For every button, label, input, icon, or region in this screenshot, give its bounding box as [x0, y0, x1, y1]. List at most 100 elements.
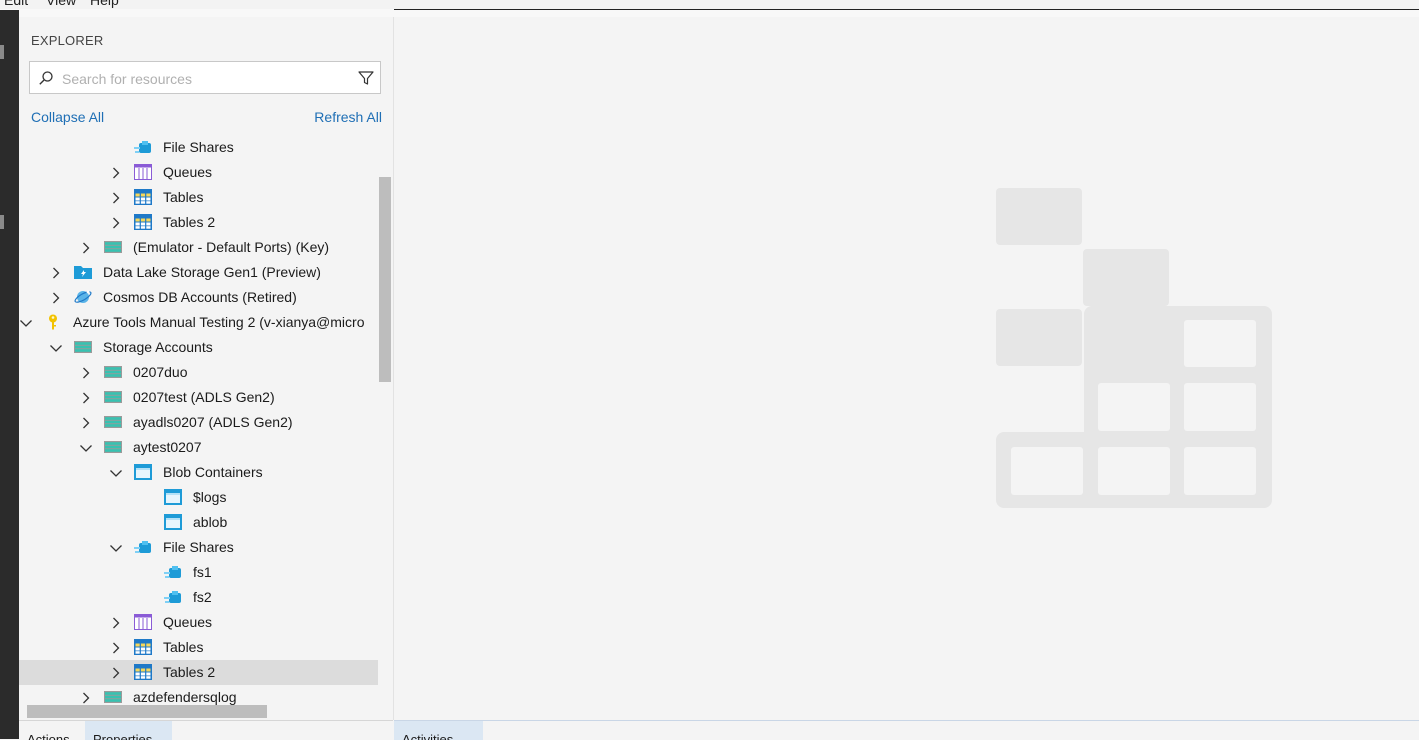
chevron-right-icon[interactable]	[110, 191, 122, 204]
tree-item[interactable]: Queues	[19, 610, 378, 635]
tree-item-label: Data Lake Storage Gen1 (Preview)	[103, 264, 321, 280]
tree-item[interactable]: Cosmos DB Accounts (Retired)	[19, 285, 378, 310]
chevron-right-icon[interactable]	[110, 216, 122, 229]
search-icon	[39, 71, 53, 85]
bottom-right-tab-bar: Activities	[394, 720, 1419, 740]
activity-indicator	[0, 45, 4, 59]
tree-item-label: ayadls0207 (ADLS Gen2)	[133, 414, 293, 430]
tree-item[interactable]: fs1	[19, 560, 378, 585]
chevron-down-icon[interactable]	[20, 316, 32, 328]
chevron-right-icon[interactable]	[80, 416, 92, 429]
search-box[interactable]	[29, 61, 381, 94]
storage-explorer-placeholder-icon	[996, 188, 1272, 508]
tree-item-label: azdefendersqlog	[133, 689, 237, 705]
blob-container-icon	[164, 514, 182, 530]
chevron-right-icon[interactable]	[50, 266, 62, 279]
resource-tree: File Shares Queues Tables Tables 2 (Emulator…	[19, 135, 379, 720]
filter-icon[interactable]	[358, 70, 374, 86]
chevron-down-icon[interactable]	[110, 541, 122, 553]
menu-help[interactable]: Help	[90, 0, 119, 8]
tree-item[interactable]: Blob Containers	[19, 460, 378, 485]
divider	[394, 9, 1419, 10]
tree-item-label: ablob	[193, 514, 228, 530]
tree-item-label: Queues	[163, 614, 213, 630]
tree-item[interactable]: Azure Tools Manual Testing 2 (v-xianya@m…	[19, 310, 378, 335]
tree-item[interactable]: Tables	[19, 635, 378, 660]
tree-item-label: fs1	[193, 564, 212, 580]
tree-item-label: Tables 2	[163, 214, 216, 230]
title-separator	[0, 9, 1419, 17]
tree-item[interactable]: Tables	[19, 185, 378, 210]
tree-item-label: (Emulator - Default Ports) (Key)	[133, 239, 330, 255]
chevron-right-icon[interactable]	[110, 616, 122, 629]
table-icon	[134, 639, 152, 655]
chevron-down-icon[interactable]	[110, 466, 122, 478]
tree-item[interactable]: Tables 2	[19, 210, 378, 235]
table-icon	[134, 664, 152, 680]
key-icon	[44, 314, 62, 330]
tree-item-label: 0207test (ADLS Gen2)	[133, 389, 275, 405]
storage-account-icon	[74, 339, 92, 355]
tree-item-label: Tables 2	[163, 664, 216, 680]
tab-activities[interactable]: Activities	[394, 721, 483, 740]
table-icon	[134, 214, 152, 230]
file-share-icon	[164, 564, 182, 580]
tree-item-label: Storage Accounts	[103, 339, 213, 355]
tab-properties[interactable]: Properties	[85, 721, 172, 740]
chevron-right-icon[interactable]	[80, 691, 92, 704]
tree-item[interactable]: Storage Accounts	[19, 335, 378, 360]
tree-item[interactable]: Queues	[19, 160, 378, 185]
chevron-right-icon[interactable]	[110, 166, 122, 179]
explorer-title: EXPLORER	[31, 33, 104, 48]
tree-item[interactable]: aytest0207	[19, 435, 378, 460]
tab-actions[interactable]: Actions	[19, 721, 85, 740]
table-icon	[134, 189, 152, 205]
storage-account-icon	[104, 689, 122, 705]
activity-indicator	[0, 215, 4, 229]
chevron-right-icon[interactable]	[110, 666, 122, 679]
file-share-icon	[164, 589, 182, 605]
tree-item[interactable]: $logs	[19, 485, 378, 510]
tree-item-label: File Shares	[163, 139, 234, 155]
tree-item[interactable]: Data Lake Storage Gen1 (Preview)	[19, 260, 378, 285]
tree-item-label: Cosmos DB Accounts (Retired)	[103, 289, 297, 305]
chevron-right-icon[interactable]	[110, 641, 122, 654]
main-editor-area	[394, 17, 1419, 720]
chevron-down-icon[interactable]	[50, 341, 62, 353]
tree-item[interactable]: ayadls0207 (ADLS Gen2)	[19, 410, 378, 435]
horizontal-scrollbar[interactable]	[27, 705, 267, 718]
tree-item-label: Tables	[163, 189, 204, 205]
search-input[interactable]	[60, 67, 354, 91]
menu-view[interactable]: View	[46, 0, 76, 8]
chevron-right-icon[interactable]	[80, 241, 92, 254]
tree-item[interactable]: (Emulator - Default Ports) (Key)	[19, 235, 378, 260]
tree-item[interactable]: Tables 2	[19, 660, 378, 685]
refresh-all-button[interactable]: Refresh All	[314, 109, 382, 125]
tree-item[interactable]: File Shares	[19, 135, 378, 160]
chevron-right-icon[interactable]	[80, 366, 92, 379]
data-lake-icon	[74, 264, 92, 280]
tree-item-label: File Shares	[163, 539, 234, 555]
tree-item-label: fs2	[193, 589, 212, 605]
chevron-right-icon[interactable]	[80, 391, 92, 404]
chevron-right-icon[interactable]	[50, 291, 62, 304]
tree-item[interactable]: File Shares	[19, 535, 378, 560]
tree-item[interactable]: ablob	[19, 510, 378, 535]
tree-item-label: Tables	[163, 639, 204, 655]
bottom-left-tab-bar: Actions Properties	[19, 720, 393, 740]
file-share-icon	[134, 139, 152, 155]
tree-item[interactable]: 0207test (ADLS Gen2)	[19, 385, 378, 410]
storage-account-icon	[104, 439, 122, 455]
menu-edit[interactable]: Edit	[4, 0, 28, 8]
chevron-down-icon[interactable]	[80, 441, 92, 453]
tree-item[interactable]: fs2	[19, 585, 378, 610]
cosmos-db-icon	[74, 289, 92, 305]
activity-bar	[0, 10, 19, 739]
collapse-all-button[interactable]: Collapse All	[31, 109, 104, 125]
tree-item-label: Queues	[163, 164, 213, 180]
storage-account-icon	[104, 389, 122, 405]
storage-account-icon	[104, 239, 122, 255]
blob-container-icon	[164, 489, 182, 505]
tree-item[interactable]: 0207duo	[19, 360, 378, 385]
vertical-scrollbar[interactable]	[379, 177, 391, 382]
